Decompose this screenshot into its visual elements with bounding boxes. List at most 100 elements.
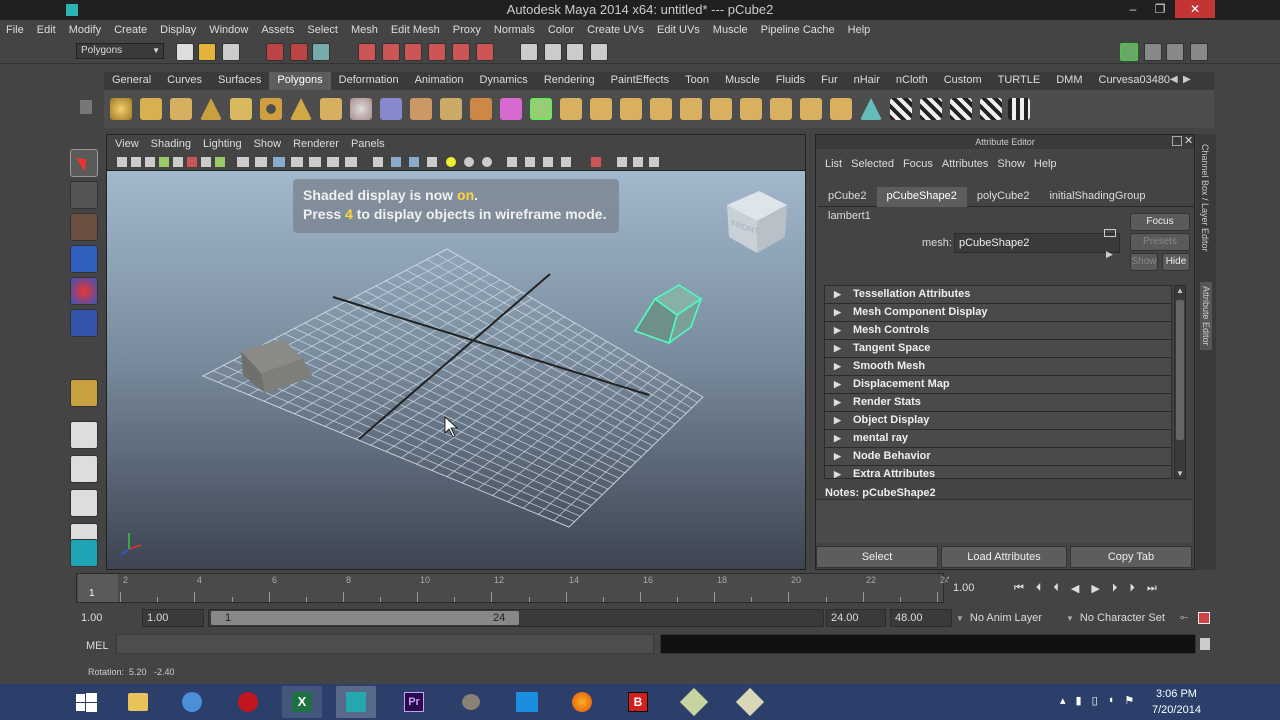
- split-icon[interactable]: [680, 98, 702, 120]
- shelf-tab-custom[interactable]: Custom: [936, 72, 990, 90]
- section-mesh-controls[interactable]: ▶ Mesh Controls: [825, 322, 1171, 340]
- attribute-editor-tab[interactable]: Attribute Editor: [1200, 282, 1212, 350]
- render-settings-icon[interactable]: [590, 43, 608, 61]
- mesh-name-field[interactable]: pCubeShape2: [954, 233, 1120, 253]
- bevel-icon[interactable]: [770, 98, 792, 120]
- clock-time[interactable]: 3:06 PM: [1156, 688, 1197, 700]
- section-extra-attributes[interactable]: ▶ Extra Attributes: [825, 466, 1171, 478]
- play-forward-icon[interactable]: ▶: [1091, 582, 1099, 596]
- auto-key-icon[interactable]: ⟜: [1180, 612, 1194, 624]
- playback-start-field[interactable]: 1.00: [142, 609, 204, 627]
- network-icon[interactable]: ▮: [1076, 694, 1082, 710]
- save-scene-icon[interactable]: [222, 43, 240, 61]
- poly-soccer-icon[interactable]: [350, 98, 372, 120]
- mail-icon[interactable]: [506, 686, 546, 718]
- select-object-icon[interactable]: [290, 43, 308, 61]
- rotate-tool-icon[interactable]: [70, 277, 98, 305]
- shelf-tab-deformation[interactable]: Deformation: [331, 72, 407, 90]
- excel-icon[interactable]: X: [282, 686, 322, 718]
- command-input[interactable]: [116, 634, 654, 654]
- menu-modify[interactable]: Modify: [69, 24, 101, 36]
- focus-button[interactable]: Focus: [1130, 213, 1190, 231]
- animation-end-field[interactable]: 48.00: [890, 609, 952, 627]
- shelf-tab-animation[interactable]: Animation: [407, 72, 472, 90]
- lasso-tool-icon[interactable]: [70, 181, 98, 209]
- menu-normals[interactable]: Normals: [494, 24, 535, 36]
- acrobat-icon[interactable]: [228, 686, 268, 718]
- close-icon[interactable]: ✕: [1175, 0, 1215, 18]
- menu-assets[interactable]: Assets: [261, 24, 294, 36]
- poly-plane-icon[interactable]: [230, 98, 252, 120]
- shelf-tab-toon[interactable]: Toon: [677, 72, 717, 90]
- notes-text-area[interactable]: [816, 499, 1192, 543]
- menu-create[interactable]: Create: [114, 24, 147, 36]
- go-to-end-icon[interactable]: ⏭: [1147, 582, 1157, 596]
- scroll-thumb[interactable]: [1176, 300, 1184, 440]
- persp-outliner-layout-icon[interactable]: [70, 489, 98, 517]
- ae-menu-show[interactable]: Show: [997, 158, 1025, 170]
- shelf-tab-dynamics[interactable]: Dynamics: [472, 72, 536, 90]
- bandicam-icon[interactable]: B: [618, 686, 658, 718]
- mirror-icon[interactable]: [560, 98, 582, 120]
- shelf-tab-painteffects[interactable]: PaintEffects: [603, 72, 678, 90]
- section-mesh-component-display[interactable]: ▶ Mesh Component Display: [825, 304, 1171, 322]
- menu-set-dropdown[interactable]: Polygons ▼: [76, 43, 164, 59]
- tool-settings-toggle-icon[interactable]: [1166, 43, 1184, 61]
- ae-tab-pcube2[interactable]: pCube2: [818, 187, 877, 207]
- scroll-down-icon[interactable]: ▼: [1175, 469, 1185, 478]
- automatic-mapping-icon[interactable]: [980, 98, 1002, 120]
- poly-cube-icon[interactable]: [140, 98, 162, 120]
- menu-pipeline-cache[interactable]: Pipeline Cache: [761, 24, 835, 36]
- menu-mesh[interactable]: Mesh: [351, 24, 378, 36]
- layout-toggle-icon[interactable]: [1190, 43, 1208, 61]
- collapse-icon[interactable]: [860, 98, 882, 120]
- close-panel-icon[interactable]: ✕: [1184, 134, 1193, 147]
- go-to-input-icon[interactable]: [1104, 229, 1116, 237]
- step-back-frame-icon[interactable]: ⏴: [1053, 582, 1059, 596]
- modeling-toolkit-icon[interactable]: [70, 539, 98, 567]
- shelf-tab-muscle[interactable]: Muscle: [717, 72, 768, 90]
- shelf-tab-dmm[interactable]: DMM: [1048, 72, 1090, 90]
- firefox-icon[interactable]: [562, 686, 602, 718]
- four-view-layout-icon[interactable]: [70, 455, 98, 483]
- poly-pipe-icon[interactable]: [320, 98, 342, 120]
- perspective-viewport[interactable]: View Shading Lighting Show Renderer Pane…: [106, 134, 806, 570]
- step-forward-key-icon[interactable]: ⏵: [1129, 582, 1135, 596]
- copy-tab-button[interactable]: Copy Tab: [1070, 546, 1192, 568]
- tray-icons[interactable]: ▴ ▮ ▯ ◖ ⚑: [1060, 694, 1146, 710]
- bridge-icon[interactable]: [620, 98, 642, 120]
- menu-create-uvs[interactable]: Create UVs: [587, 24, 644, 36]
- viewport-menu-shading[interactable]: Shading: [151, 138, 191, 150]
- viewport-scene[interactable]: FRONT Shaded display is now on. Press 4 …: [107, 171, 805, 569]
- paint-select-tool-icon[interactable]: [70, 213, 98, 241]
- presets-button[interactable]: Presets: [1130, 233, 1190, 251]
- shelf-tab-curvesa03480[interactable]: Curvesa03480: [1091, 72, 1179, 90]
- range-slider-track[interactable]: 1 24: [208, 609, 824, 627]
- flag-icon[interactable]: ⚑: [1124, 694, 1134, 710]
- snap-grid-icon[interactable]: [358, 43, 376, 61]
- menu-proxy[interactable]: Proxy: [453, 24, 481, 36]
- section-tangent-space[interactable]: ▶ Tangent Space: [825, 340, 1171, 358]
- show-hidden-icon[interactable]: ▴: [1060, 694, 1066, 710]
- menu-window[interactable]: Window: [209, 24, 248, 36]
- command-language-label[interactable]: MEL: [86, 640, 109, 652]
- viewport-menu-show[interactable]: Show: [254, 138, 282, 150]
- shelf-scroll-right-icon[interactable]: ▶: [1183, 74, 1191, 85]
- offset-edge-icon[interactable]: [740, 98, 762, 120]
- minimize-icon[interactable]: –: [1118, 0, 1148, 18]
- ae-menu-list[interactable]: List: [825, 158, 842, 170]
- remote-desktop-icon[interactable]: [172, 686, 212, 718]
- poly-cylinder-icon[interactable]: [170, 98, 192, 120]
- playback-end-field[interactable]: 24.00: [826, 609, 886, 627]
- step-forward-frame-icon[interactable]: ⏵: [1112, 582, 1118, 596]
- viewport-menu-lighting[interactable]: Lighting: [203, 138, 242, 150]
- delete-edge-icon[interactable]: [830, 98, 852, 120]
- insert-edge-loop-icon[interactable]: [710, 98, 732, 120]
- combine-icon[interactable]: [380, 98, 402, 120]
- uv-texture-editor-icon[interactable]: [1008, 98, 1030, 120]
- current-frame-marker[interactable]: [78, 574, 118, 602]
- viewport-menu-panels[interactable]: Panels: [351, 138, 385, 150]
- menu-edit-uvs[interactable]: Edit UVs: [657, 24, 700, 36]
- menu-color[interactable]: Color: [548, 24, 574, 36]
- gimp-icon[interactable]: [450, 686, 490, 718]
